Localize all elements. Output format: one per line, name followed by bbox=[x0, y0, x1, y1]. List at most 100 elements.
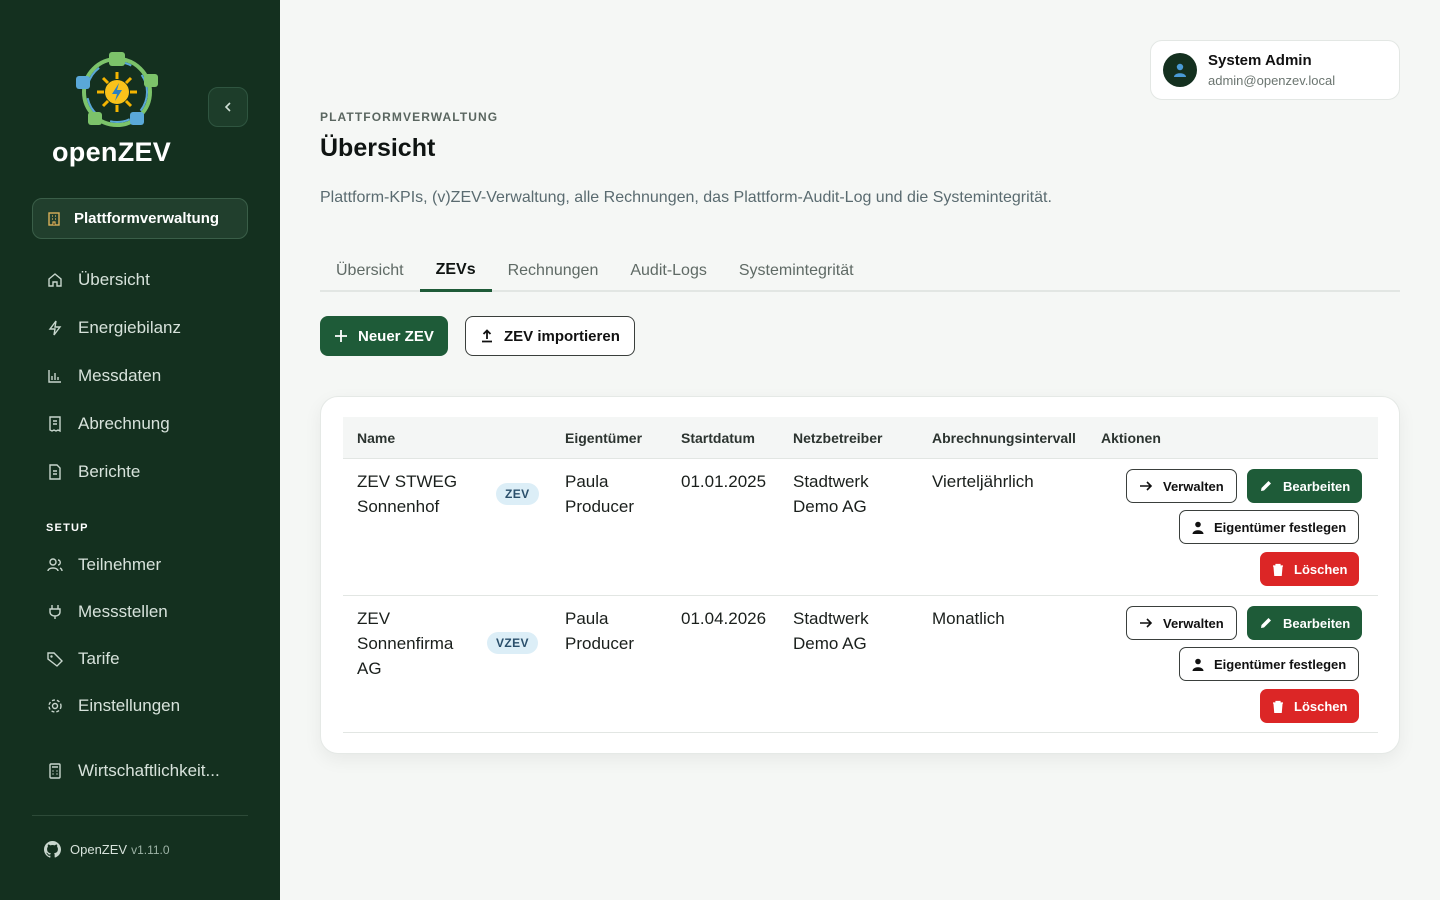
platform-admin-button[interactable]: Plattformverwaltung bbox=[32, 198, 248, 239]
nav-item-billing[interactable]: Abrechnung bbox=[32, 400, 248, 448]
plus-icon bbox=[334, 329, 348, 343]
nav-item-label: Messstellen bbox=[78, 601, 168, 621]
nav-item-label: Teilnehmer bbox=[78, 554, 162, 574]
collapse-sidebar-button[interactable] bbox=[208, 87, 248, 127]
user-icon bbox=[1192, 658, 1204, 671]
avatar bbox=[1163, 53, 1197, 87]
new-zev-button[interactable]: Neuer ZEV bbox=[320, 316, 448, 356]
footer-version: v1.11.0 bbox=[131, 842, 170, 857]
user-menu[interactable]: System Admin admin@openzev.local bbox=[1150, 40, 1400, 100]
manage-label: Verwalten bbox=[1163, 615, 1224, 631]
nav-item-participants[interactable]: Teilnehmer bbox=[32, 541, 248, 588]
zev-name-line: AG bbox=[357, 659, 382, 678]
start-date-cell: 01.01.2025 bbox=[681, 472, 767, 491]
set-owner-label: Eigentümer festlegen bbox=[1214, 519, 1347, 535]
delete-button[interactable]: Löschen bbox=[1260, 689, 1360, 723]
owner-line: Producer bbox=[565, 497, 634, 516]
manage-label: Verwalten bbox=[1163, 478, 1224, 494]
edit-button[interactable]: Bearbeiten bbox=[1247, 469, 1363, 503]
nav-item-metering-data[interactable]: Messdaten bbox=[32, 352, 248, 400]
manage-button[interactable]: Verwalten bbox=[1126, 606, 1237, 640]
column-header-name: Name bbox=[357, 429, 396, 446]
receipt-icon bbox=[46, 415, 64, 433]
nav-item-profitability[interactable]: Wirtschaftlichkeit... bbox=[32, 747, 248, 795]
nav-item-metering-points[interactable]: Messstellen bbox=[32, 588, 248, 635]
edit-button[interactable]: Bearbeiten bbox=[1247, 606, 1363, 640]
tab-bar: Übersicht ZEVs Rechnungen Audit-Logs Sys… bbox=[320, 250, 1400, 292]
set-owner-button[interactable]: Eigentümer festlegen bbox=[1179, 510, 1360, 544]
sidebar-footer[interactable]: OpenZEV v1.11.0 bbox=[44, 841, 170, 858]
footer-app-name: OpenZEV bbox=[70, 842, 128, 857]
nav-item-label: Abrechnung bbox=[78, 414, 170, 433]
tab-zevs[interactable]: ZEVs bbox=[419, 250, 492, 292]
bolt-icon bbox=[46, 319, 64, 337]
tab-invoices[interactable]: Rechnungen bbox=[492, 250, 615, 292]
operator-line: Stadtwerk bbox=[793, 609, 869, 628]
main-nav: Übersicht Energiebilanz Messdaten Abrech… bbox=[32, 256, 248, 496]
chevron-left-icon bbox=[224, 102, 231, 112]
extra-nav: Wirtschaftlichkeit... bbox=[32, 747, 248, 795]
zev-name-cell: ZEV STWEG Sonnenhof bbox=[357, 469, 457, 519]
operator-cell: Stadtwerk Demo AG bbox=[793, 469, 869, 519]
nav-item-energy-balance[interactable]: Energiebilanz bbox=[32, 304, 248, 352]
interval-cell: Monatlich bbox=[932, 609, 1005, 628]
user-email: admin@openzev.local bbox=[1208, 73, 1336, 88]
nav-item-overview[interactable]: Übersicht bbox=[32, 256, 248, 304]
nav-item-label: Wirtschaftlichkeit... bbox=[78, 761, 220, 780]
owner-line: Producer bbox=[565, 634, 634, 653]
calculator-icon bbox=[46, 762, 64, 780]
start-date-cell: 01.04.2026 bbox=[681, 609, 767, 628]
nav-item-reports[interactable]: Berichte bbox=[32, 448, 248, 496]
pencil-icon bbox=[1259, 616, 1273, 630]
zev-name-line: ZEV STWEG bbox=[357, 472, 458, 491]
operator-cell: Stadtwerk Demo AG bbox=[793, 606, 869, 656]
nav-item-settings[interactable]: Einstellungen bbox=[32, 682, 248, 729]
delete-label: Löschen bbox=[1294, 561, 1348, 577]
operator-line: Demo AG bbox=[793, 634, 867, 653]
trash-icon bbox=[1272, 563, 1284, 576]
import-zev-label: ZEV importieren bbox=[504, 327, 620, 345]
pencil-icon bbox=[1259, 479, 1273, 493]
zev-name-line: ZEV bbox=[357, 609, 391, 628]
page-eyebrow: PLATTFORMVERWALTUNG bbox=[320, 110, 499, 124]
page-description: Plattform-KPIs, (v)ZEV-Verwaltung, alle … bbox=[320, 189, 1052, 206]
user-info: System Admin admin@openzev.local bbox=[1208, 52, 1335, 88]
delete-button[interactable]: Löschen bbox=[1260, 552, 1360, 586]
logo: openZEV bbox=[52, 50, 182, 168]
zev-table-card: Name Eigentümer Startdatum Netzbetreiber… bbox=[320, 396, 1400, 754]
owner-cell: Paula Producer bbox=[565, 606, 634, 656]
user-icon bbox=[1192, 521, 1204, 534]
edit-label: Bearbeiten bbox=[1283, 615, 1351, 631]
tab-system-integrity[interactable]: Systemintegrität bbox=[723, 250, 870, 292]
interval-cell: Vierteljährlich bbox=[932, 472, 1034, 491]
manage-button[interactable]: Verwalten bbox=[1126, 469, 1237, 503]
nav-item-label: Tarife bbox=[78, 648, 120, 668]
zev-name-line: Sonnenfirma bbox=[357, 634, 454, 653]
setup-section-label: SETUP bbox=[46, 522, 89, 534]
document-icon bbox=[46, 463, 64, 481]
tab-overview[interactable]: Übersicht bbox=[320, 250, 420, 292]
platform-admin-label: Plattformverwaltung bbox=[74, 210, 220, 227]
nav-item-label: Energiebilanz bbox=[78, 318, 182, 337]
column-header-interval: Abrechnungsintervall bbox=[932, 429, 1076, 446]
trash-icon bbox=[1272, 700, 1284, 713]
logo-icon bbox=[76, 52, 158, 127]
operator-line: Stadtwerk bbox=[793, 472, 869, 491]
nav-item-tariffs[interactable]: Tarife bbox=[32, 635, 248, 682]
owner-line: Paula bbox=[565, 609, 609, 628]
column-header-actions: Aktionen bbox=[1101, 429, 1161, 446]
page-title: Übersicht bbox=[320, 134, 436, 162]
import-zev-button[interactable]: ZEV importieren bbox=[465, 316, 635, 356]
nav-item-label: Berichte bbox=[78, 462, 141, 481]
column-header-operator: Netzbetreiber bbox=[793, 429, 883, 446]
gear-icon bbox=[46, 697, 64, 715]
sidebar-divider bbox=[32, 815, 248, 816]
plug-icon bbox=[46, 603, 64, 621]
tab-audit-logs[interactable]: Audit-Logs bbox=[614, 250, 723, 292]
zev-type-badge: ZEV bbox=[496, 483, 539, 505]
table-header: Name Eigentümer Startdatum Netzbetreiber… bbox=[343, 417, 1378, 459]
logo-text: openZEV bbox=[52, 137, 172, 167]
nav-item-label: Einstellungen bbox=[78, 695, 181, 715]
table-row: ZEV Sonnenfirma AG VZEV Paula Producer 0… bbox=[343, 596, 1378, 733]
set-owner-button[interactable]: Eigentümer festlegen bbox=[1179, 647, 1360, 681]
